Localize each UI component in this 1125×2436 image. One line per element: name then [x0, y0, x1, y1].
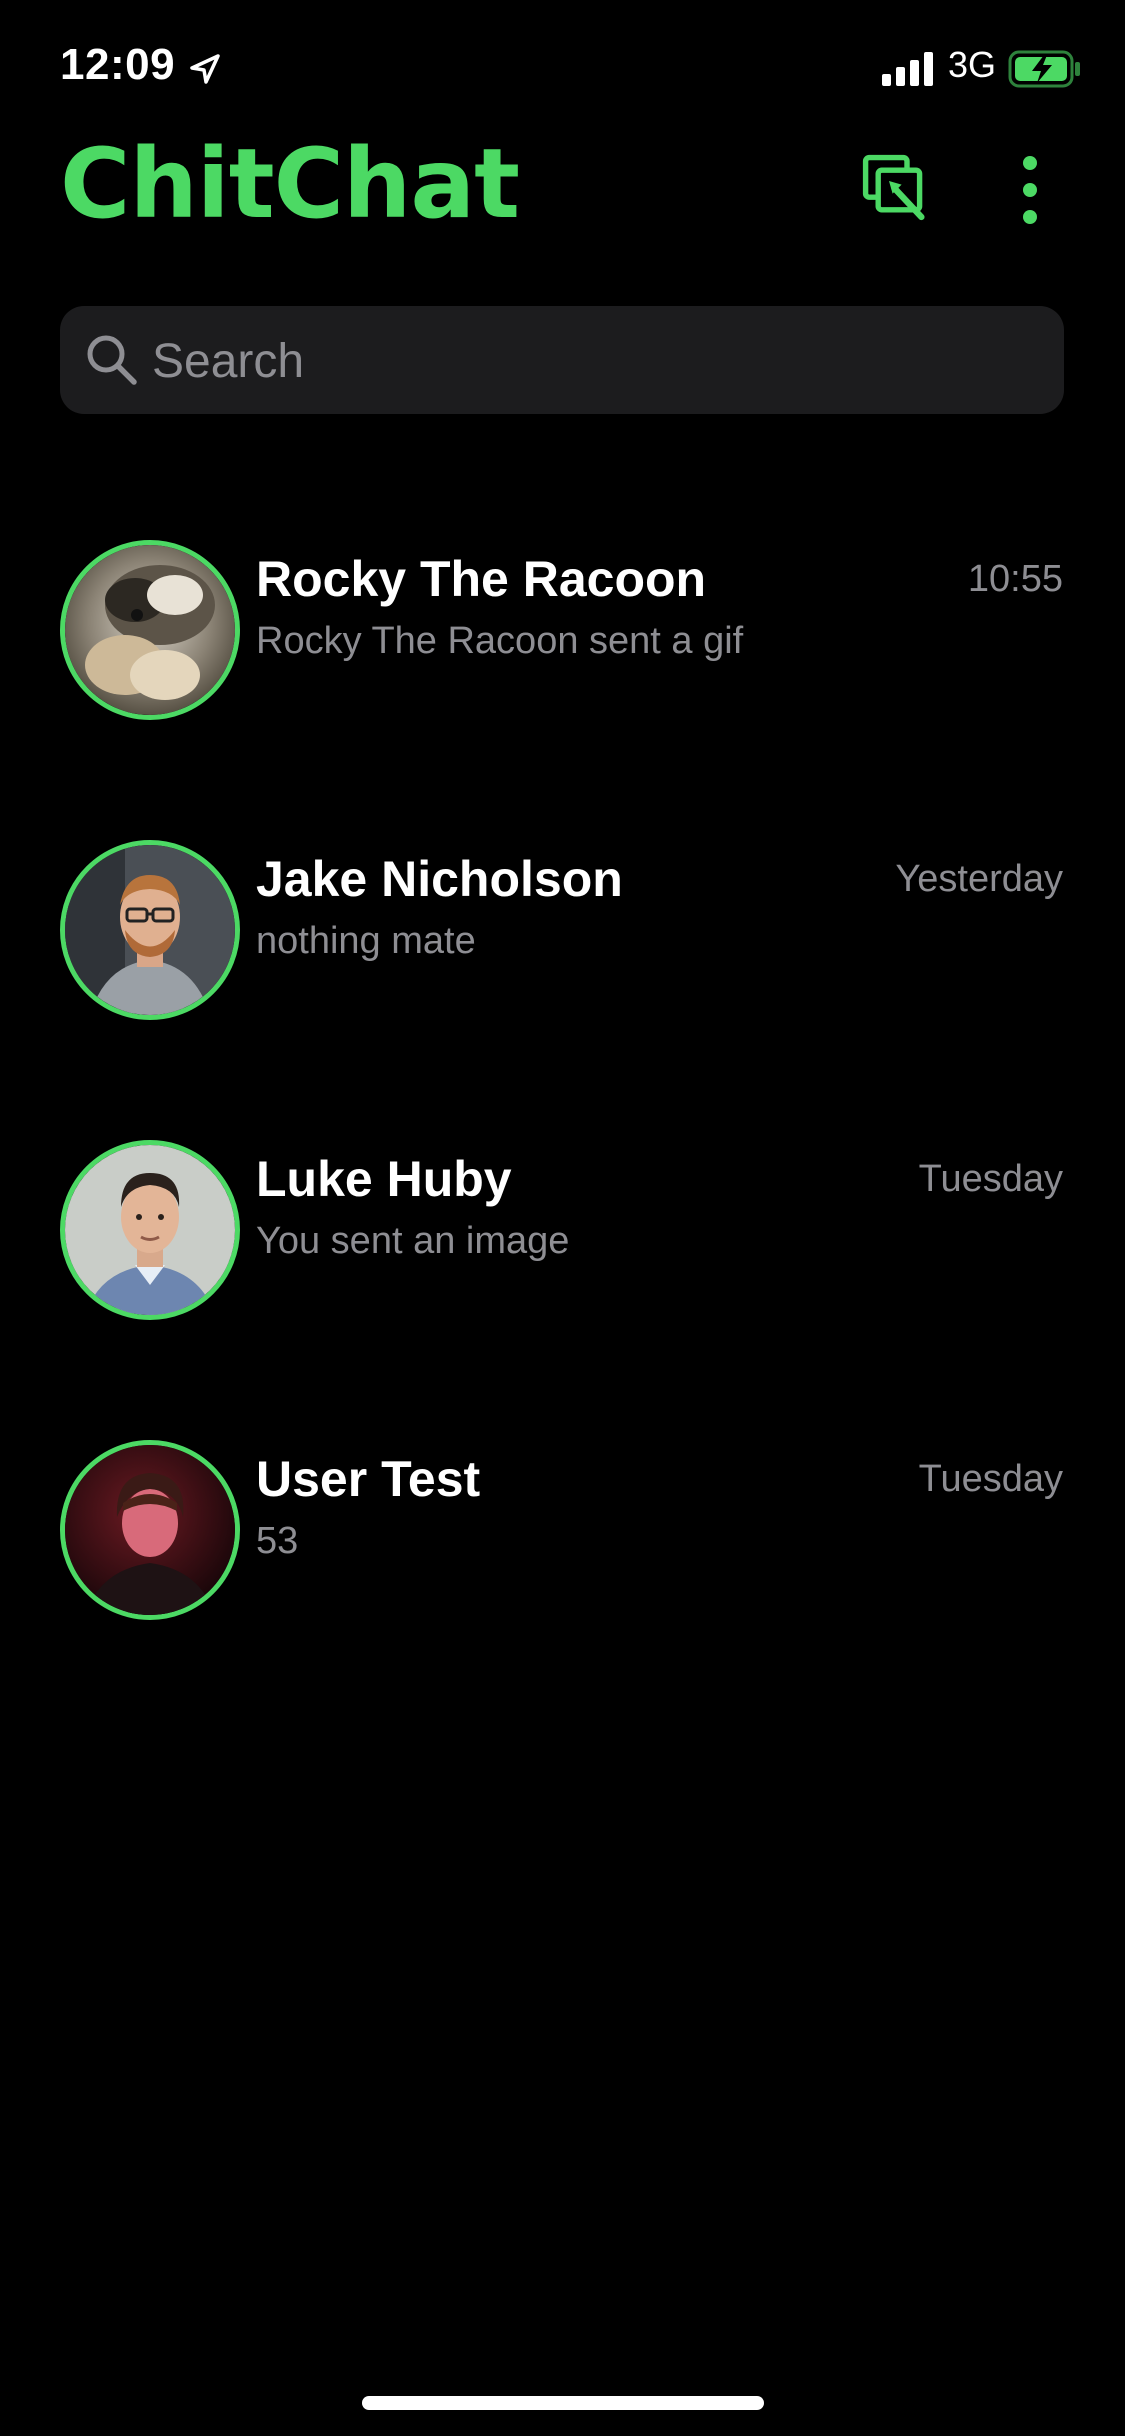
chat-time: Yesterday	[895, 858, 1063, 900]
chat-preview: nothing mate	[256, 920, 476, 962]
compose-icon	[862, 154, 925, 221]
chat-row-user-test[interactable]: User Test 53 Tuesday	[0, 1420, 1125, 1720]
chat-preview: Rocky The Racoon sent a gif	[256, 620, 744, 662]
chat-row-jake-nicholson[interactable]: Jake Nicholson nothing mate Yesterday	[0, 820, 1125, 1120]
status-time: 12:09	[60, 40, 176, 89]
chat-time: 10:55	[967, 558, 1063, 600]
chat-time: Tuesday	[918, 1458, 1063, 1500]
status-bar: 12:09 3G	[0, 0, 1125, 140]
chat-name: Luke Huby	[256, 1151, 512, 1207]
chat-preview: You sent an image	[256, 1220, 570, 1262]
home-indicator	[362, 2396, 764, 2410]
search-bar[interactable]	[60, 306, 1064, 416]
signal-bars-icon	[880, 52, 936, 86]
avatar[interactable]	[60, 840, 240, 1020]
app-title: ChitChat	[60, 128, 520, 240]
chat-list: Rocky The Racoon Rocky The Racoon sent a…	[0, 520, 1125, 1720]
battery-charging-icon	[1008, 50, 1082, 88]
search-icon	[84, 332, 140, 388]
avatar[interactable]	[60, 1140, 240, 1320]
chat-name: User Test	[256, 1451, 481, 1507]
chat-preview: 53	[256, 1520, 299, 1562]
location-arrow-icon	[188, 52, 222, 86]
compose-button[interactable]	[858, 150, 938, 230]
more-options-button[interactable]	[1000, 150, 1060, 230]
avatar[interactable]	[60, 540, 240, 720]
more-vertical-icon	[1023, 156, 1037, 224]
chat-name: Jake Nicholson	[256, 851, 623, 907]
search-input[interactable]	[150, 306, 1034, 416]
chat-time: Tuesday	[918, 1158, 1063, 1200]
chat-row-rocky-the-racoon[interactable]: Rocky The Racoon Rocky The Racoon sent a…	[0, 520, 1125, 820]
chat-name: Rocky The Racoon	[256, 551, 707, 607]
chat-row-luke-huby[interactable]: Luke Huby You sent an image Tuesday	[0, 1120, 1125, 1420]
network-type-label: 3G	[948, 44, 997, 85]
avatar[interactable]	[60, 1440, 240, 1620]
